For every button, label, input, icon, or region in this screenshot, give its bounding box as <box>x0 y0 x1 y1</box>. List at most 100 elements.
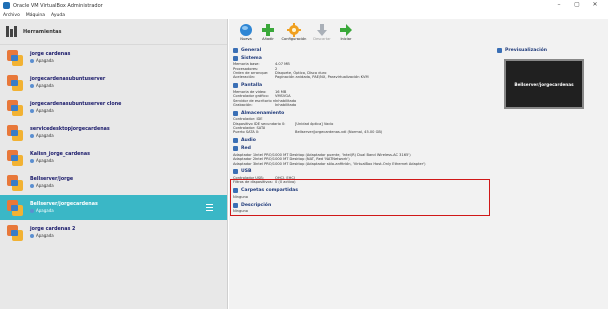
vm-list-item[interactable]: jorge cardenas 2 Apagada <box>0 220 227 245</box>
menu-maquina[interactable]: Máquina <box>26 13 45 18</box>
tools-item[interactable]: Herramientas <box>0 19 227 45</box>
vm-text: Kalisn_jorge_cardenas Apagada <box>30 152 90 163</box>
new-icon <box>239 22 253 36</box>
vm-state: Apagada <box>30 83 105 88</box>
vm-state: Apagada <box>30 158 90 163</box>
vm-state: Apagada <box>30 233 75 238</box>
powered-off-icon <box>30 58 34 63</box>
vm-os-icon <box>7 224 23 241</box>
section-system[interactable]: Sistema <box>233 54 497 62</box>
storage-rows: Controlador: IDE Dispositivo IDE secunda… <box>233 117 497 135</box>
preview-screen: Bellserver/jorgecardenas <box>504 59 584 109</box>
add-button[interactable]: Añadir <box>257 22 279 41</box>
vm-state-label: Apagada <box>36 183 54 188</box>
add-icon <box>261 22 275 36</box>
vm-os-icon <box>7 74 23 91</box>
settings-icon <box>287 22 301 37</box>
powered-off-icon <box>30 83 34 88</box>
vm-os-icon <box>7 174 23 191</box>
start-icon <box>339 22 353 36</box>
vm-state: Apagada <box>30 108 121 113</box>
vm-os-icon <box>7 149 23 166</box>
preview-icon <box>497 47 502 53</box>
vm-text: Bellserver/jorgecardenas Apagada <box>30 202 98 213</box>
network-icon <box>233 146 238 152</box>
vm-state-label: Apagada <box>36 108 54 113</box>
powered-off-icon <box>30 183 34 188</box>
vm-text: jorgecardenasubuntuserver clone Apagada <box>30 102 121 113</box>
main-panel: Nueva Añadir Configuración Descartar Ini… <box>229 19 608 309</box>
tools-icon <box>6 26 18 37</box>
vm-list-item[interactable]: Kalisn_jorge_cardenas Apagada <box>0 145 227 170</box>
section-network[interactable]: Red <box>233 145 497 153</box>
discard-icon <box>315 22 329 36</box>
start-button[interactable]: Iniciar <box>335 22 357 41</box>
vm-text: jorge cardenas 2 Apagada <box>30 227 75 238</box>
window-controls: – ▢ ✕ <box>550 1 604 9</box>
vm-text: Bellserver/jorge Apagada <box>30 177 73 188</box>
display-icon <box>233 83 238 89</box>
preview-screen-text: Bellserver/jorgecardenas <box>514 81 574 87</box>
maximize-button[interactable]: ▢ <box>568 1 586 9</box>
vm-state-label: Apagada <box>36 133 54 138</box>
section-storage[interactable]: Almacenamiento <box>233 109 497 117</box>
vm-state-label: Apagada <box>36 158 54 163</box>
title-bar: Oracle VM VirtualBox Administrador – ▢ ✕ <box>0 0 608 11</box>
powered-off-icon <box>30 208 34 213</box>
network-highlight-box <box>230 179 490 216</box>
vm-os-icon <box>7 49 23 66</box>
vm-list-item[interactable]: servicedesktopjorgecardenas Apagada <box>0 120 227 145</box>
menu-ayuda[interactable]: Ayuda <box>51 13 65 18</box>
vm-sidebar: Herramientas jorge cardenas Apagada jorgec… <box>0 19 228 309</box>
vm-state-label: Apagada <box>36 58 54 63</box>
menu-archivo[interactable]: Archivo <box>3 13 20 18</box>
preview-panel: Previsualización Bellserver/jorgecardena… <box>497 46 607 109</box>
powered-off-icon <box>30 133 34 138</box>
general-icon <box>233 47 238 53</box>
vm-name: jorge cardenas 2 <box>30 227 76 232</box>
close-button[interactable]: ✕ <box>586 1 604 9</box>
vm-list-item[interactable]: jorgecardenasubuntuserver clone Apagada <box>0 95 227 120</box>
vm-text: jorgecardenasubuntuserver Apagada <box>30 77 105 88</box>
section-general[interactable]: General <box>233 46 497 54</box>
preview-header[interactable]: Previsualización <box>497 46 607 54</box>
system-icon <box>233 55 238 61</box>
section-usb[interactable]: USB <box>233 168 497 176</box>
vm-state-label: Apagada <box>36 208 54 213</box>
vm-os-icon <box>7 124 23 141</box>
vm-name: Kalisn_jorge_cardenas <box>30 152 90 157</box>
vm-name: Bellserver/jorgecardenas <box>30 202 98 207</box>
vm-state-label: Apagada <box>36 233 54 238</box>
virtualbox-icon <box>3 2 10 9</box>
section-display[interactable]: Pantalla <box>233 82 497 90</box>
vm-text: servicedesktopjorgecardenas Apagada <box>30 127 110 138</box>
display-rows: Memoria de video: 16 MB Controlador gráfi… <box>233 90 497 108</box>
vm-name: servicedesktopjorgecardenas <box>30 127 110 132</box>
powered-off-icon <box>30 108 34 113</box>
vm-list-item[interactable]: Bellserver/jorgecardenas Apagada <box>0 195 227 220</box>
minimize-button[interactable]: – <box>550 1 568 9</box>
section-audio[interactable]: Audio <box>233 137 497 145</box>
vm-list-item[interactable]: jorgecardenasubuntuserver Apagada <box>0 70 227 95</box>
vm-name: jorgecardenasubuntuserver <box>30 77 106 82</box>
settings-button[interactable]: Configuración <box>279 22 309 41</box>
vm-os-icon <box>7 199 23 216</box>
tools-label: Herramientas <box>23 28 62 35</box>
vm-state: Apagada <box>30 58 70 63</box>
vm-state-label: Apagada <box>36 83 54 88</box>
storage-icon <box>233 110 238 116</box>
new-button[interactable]: Nueva <box>235 22 257 41</box>
vm-list-item[interactable]: jorge cardenas Apagada <box>0 45 227 70</box>
powered-off-icon <box>30 233 34 238</box>
vm-state: Apagada <box>30 133 110 138</box>
network-rows: Adaptador 1: Intel PRO/1000 MT Desktop (A… <box>233 153 497 166</box>
vm-menu-icon[interactable] <box>206 204 213 211</box>
vm-name: jorgecardenasubuntuserver clone <box>30 102 122 107</box>
discard-button[interactable]: Descartar <box>309 22 335 41</box>
menu-bar: Archivo Máquina Ayuda <box>0 11 608 19</box>
vm-text: jorge cardenas Apagada <box>30 52 70 63</box>
powered-off-icon <box>30 158 34 163</box>
audio-icon <box>233 138 238 144</box>
vm-list-item[interactable]: Bellserver/jorge Apagada <box>0 170 227 195</box>
usb-icon <box>233 169 238 175</box>
